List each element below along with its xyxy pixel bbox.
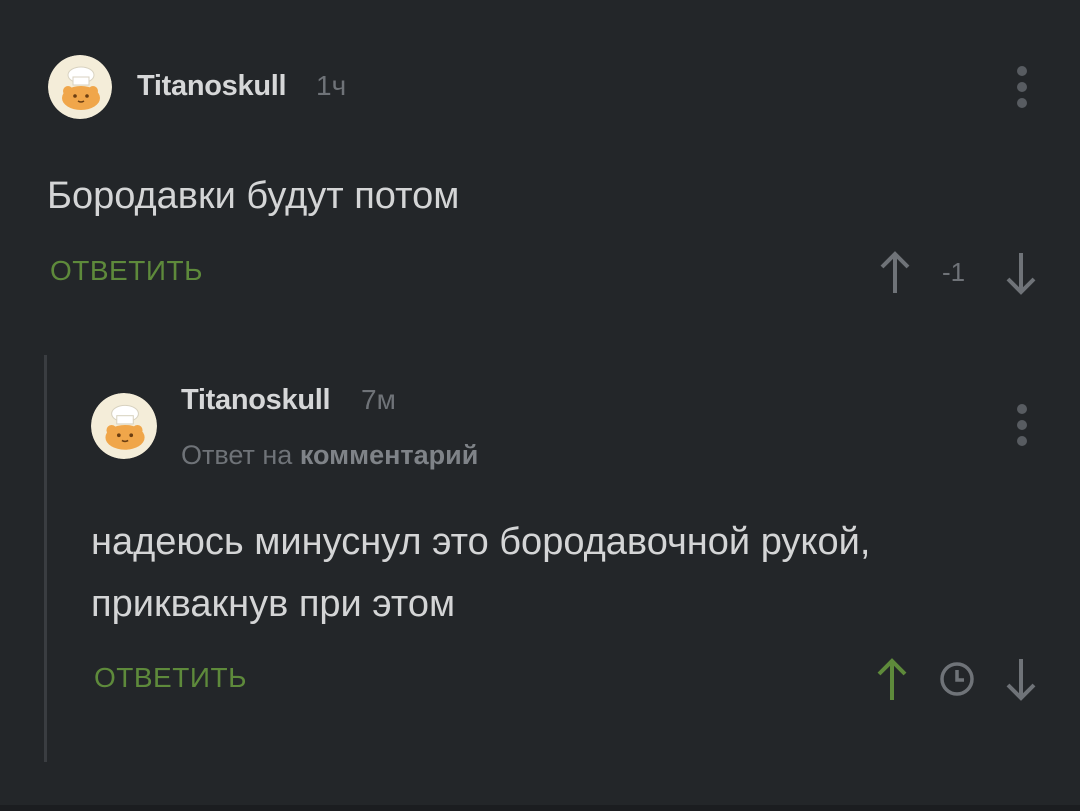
reply-button[interactable]: ОТВЕТИТЬ <box>50 255 203 287</box>
avatar[interactable] <box>91 393 157 459</box>
comment-time: 1ч <box>316 70 347 101</box>
more-vertical-icon[interactable] <box>1016 66 1028 108</box>
clock-icon <box>939 661 975 697</box>
avatar[interactable] <box>48 55 112 119</box>
reply-button[interactable]: ОТВЕТИТЬ <box>94 662 247 694</box>
more-vertical-icon[interactable] <box>1016 404 1028 446</box>
comment-time: 7м <box>361 384 396 415</box>
arrow-up-icon[interactable] <box>875 657 909 703</box>
chef-cat-avatar-icon <box>91 393 157 459</box>
arrow-down-icon[interactable] <box>1004 656 1038 702</box>
comment-text: Бородавки будут потом <box>47 175 460 217</box>
reply-to-prefix: Ответ на <box>181 440 293 470</box>
comment-text-line: приквакнув при этом <box>91 583 456 625</box>
arrow-up-icon[interactable] <box>878 250 912 296</box>
arrow-down-icon[interactable] <box>1004 250 1038 296</box>
comment-score: -1 <box>942 257 966 287</box>
comment-text-line: надеюсь минуснул это бородавочной рукой, <box>91 521 871 563</box>
chef-cat-avatar-icon <box>48 55 112 119</box>
bottom-divider <box>0 805 1080 811</box>
thread-line <box>44 355 47 762</box>
comment-author[interactable]: Titanoskull <box>181 384 331 417</box>
reply-to-link[interactable]: комментарий <box>300 440 479 470</box>
reply-to-label: Ответ на комментарий <box>181 440 478 471</box>
comment-author[interactable]: Titanoskull <box>137 70 287 103</box>
